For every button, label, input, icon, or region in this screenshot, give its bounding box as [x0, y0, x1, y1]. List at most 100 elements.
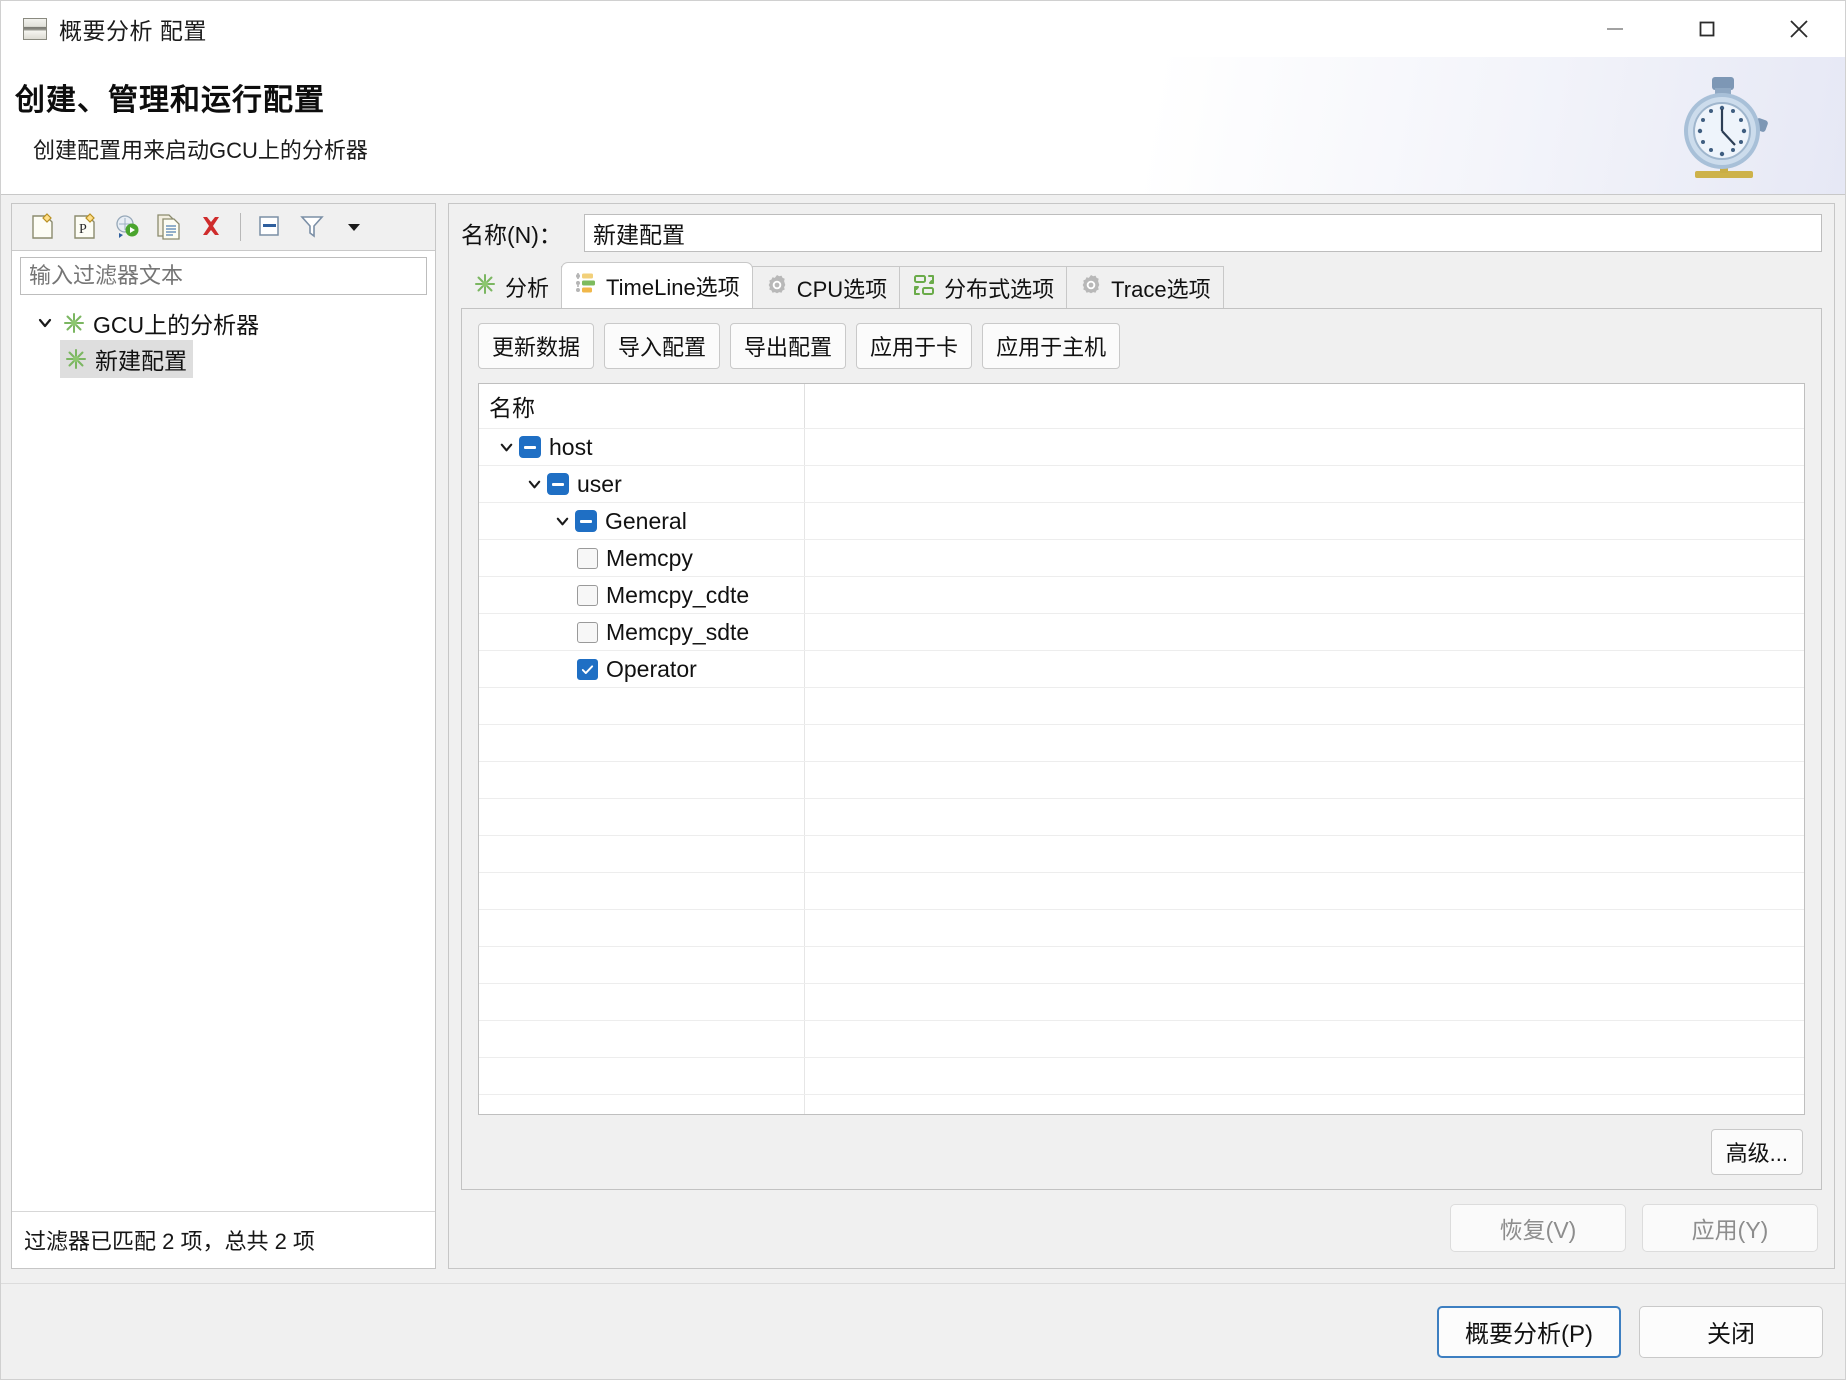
- filter-status-text: 过滤器已匹配 2 项，总共 2 项: [12, 1211, 435, 1268]
- column-separator: [804, 614, 805, 650]
- analyzer-icon: [473, 272, 497, 302]
- tab-distributed-options[interactable]: 分布式选项: [899, 266, 1068, 308]
- dialog-footer: 概要分析(P) 关闭: [1, 1283, 1845, 1379]
- column-separator: [804, 762, 805, 798]
- row-label: host: [549, 433, 593, 460]
- revert-button[interactable]: 恢复(V): [1450, 1204, 1626, 1252]
- row-label: Operator: [606, 655, 697, 682]
- advanced-button[interactable]: 高级...: [1710, 1129, 1803, 1175]
- row-checkbox[interactable]: [577, 658, 598, 680]
- table-row-empty: [479, 946, 1804, 983]
- table-row[interactable]: General: [479, 502, 1804, 539]
- close-icon[interactable]: [1753, 1, 1845, 57]
- table-row[interactable]: host: [479, 428, 1804, 465]
- column-separator: [804, 725, 805, 761]
- collapse-all-icon[interactable]: [249, 208, 291, 246]
- import-config-button[interactable]: 导入配置: [604, 323, 721, 369]
- filter-input[interactable]: [20, 257, 427, 295]
- profile-button[interactable]: 概要分析(P): [1437, 1305, 1621, 1358]
- table-row[interactable]: Memcpy_sdte: [479, 613, 1804, 650]
- delete-icon[interactable]: [190, 208, 232, 246]
- column-separator: [804, 984, 805, 1020]
- row-label: Memcpy_sdte: [606, 618, 750, 645]
- column-separator: [804, 503, 805, 539]
- tab-analysis[interactable]: 分析: [461, 266, 563, 308]
- table-row-empty: [479, 1094, 1804, 1114]
- export-config-button[interactable]: 导出配置: [730, 323, 847, 369]
- chevron-down-icon[interactable]: [521, 476, 547, 493]
- tab-cpu-options[interactable]: CPU选项: [751, 266, 901, 308]
- tree-item-root[interactable]: GCU上的分析器: [12, 305, 435, 341]
- apply-to-host-button[interactable]: 应用于主机: [982, 323, 1121, 369]
- column-separator: [804, 1021, 805, 1057]
- tab-trace-options[interactable]: Trace选项: [1066, 266, 1224, 308]
- title-bar: 概要分析 配置: [1, 1, 1845, 57]
- configuration-editor-panel: 名称(N)： 新建配置 分析 TimeLine选项 CPU选项 分布式选项 Tr…: [448, 203, 1835, 1269]
- chevron-down-icon[interactable]: [493, 439, 519, 456]
- column-separator: [804, 577, 805, 613]
- column-separator: [804, 466, 805, 502]
- configurations-panel: P 输入过滤器文本 GCU上的分析器 新建配置 过滤器已匹配 2 项，总共 2 …: [11, 203, 436, 1269]
- chevron-down-icon[interactable]: [549, 513, 575, 530]
- tree-item-label: GCU上的分析器: [93, 312, 260, 338]
- row-label: user: [577, 470, 622, 497]
- table-row-empty: [479, 724, 1804, 761]
- column-separator: [804, 799, 805, 835]
- column-separator[interactable]: [804, 384, 805, 428]
- table-row-empty: [479, 761, 1804, 798]
- svg-text:P: P: [79, 222, 87, 237]
- table-row[interactable]: Memcpy: [479, 539, 1804, 576]
- advanced-row: 高级...: [462, 1115, 1821, 1189]
- gear-icon: [1079, 273, 1103, 303]
- row-checkbox[interactable]: [577, 584, 598, 606]
- toolbar-separator: [240, 213, 241, 241]
- page-subtitle: 创建配置用来启动GCU上的分析器: [33, 138, 368, 163]
- action-button-row: 更新数据 导入配置 导出配置 应用于卡 应用于主机: [462, 309, 1821, 379]
- page-title: 创建、管理和运行配置: [15, 84, 325, 117]
- tristate-checkbox[interactable]: [547, 473, 569, 495]
- tristate-checkbox[interactable]: [575, 510, 597, 532]
- table-row[interactable]: Operator: [479, 650, 1804, 687]
- column-separator: [804, 836, 805, 872]
- analyzer-icon: [60, 310, 88, 336]
- chevron-down-icon[interactable]: [30, 314, 60, 332]
- distributed-icon: [912, 273, 936, 303]
- maximize-icon[interactable]: [1661, 1, 1753, 57]
- table-row[interactable]: Memcpy_cdte: [479, 576, 1804, 613]
- tree-item-selection[interactable]: 新建配置: [60, 340, 193, 378]
- tree-item-new-configuration[interactable]: 新建配置: [12, 340, 435, 378]
- name-row: 名称(N)：: [449, 204, 1834, 262]
- name-label: 名称(N)：: [461, 222, 562, 248]
- tristate-checkbox[interactable]: [519, 436, 541, 458]
- name-input[interactable]: [583, 214, 1822, 252]
- tab-label: Trace选项: [1111, 276, 1211, 302]
- export-run-icon[interactable]: [106, 208, 148, 246]
- tab-label: 分析: [505, 276, 550, 301]
- column-separator: [804, 651, 805, 687]
- table-row[interactable]: user: [479, 465, 1804, 502]
- table-row-empty: [479, 1020, 1804, 1057]
- tab-label: TimeLine选项: [606, 274, 740, 300]
- apply-to-card-button[interactable]: 应用于卡: [856, 323, 973, 369]
- minimize-icon[interactable]: [1569, 1, 1661, 57]
- table-header: 名称: [479, 384, 1804, 428]
- chevron-down-icon[interactable]: [333, 208, 375, 246]
- new-prototype-icon[interactable]: P: [64, 208, 106, 246]
- configurations-tree: GCU上的分析器 新建配置: [12, 295, 435, 1211]
- row-checkbox[interactable]: [577, 547, 598, 569]
- column-separator: [804, 910, 805, 946]
- close-button[interactable]: 关闭: [1639, 1305, 1823, 1358]
- column-separator: [804, 1095, 805, 1114]
- row-checkbox[interactable]: [577, 621, 598, 643]
- apply-button[interactable]: 应用(Y): [1642, 1204, 1818, 1252]
- row-label: Memcpy_cdte: [606, 581, 750, 608]
- timeline-options-panel: 更新数据 导入配置 导出配置 应用于卡 应用于主机 名称 host user Gen…: [461, 309, 1822, 1190]
- tab-timeline-options[interactable]: TimeLine选项: [561, 262, 753, 308]
- filter-icon[interactable]: [291, 208, 333, 246]
- duplicate-icon[interactable]: [148, 208, 190, 246]
- header-band: 创建、管理和运行配置 创建配置用来启动GCU上的分析器: [1, 57, 1845, 195]
- column-separator: [804, 429, 805, 465]
- new-configuration-icon[interactable]: [22, 208, 64, 246]
- refresh-data-button[interactable]: 更新数据: [478, 323, 595, 369]
- tab-label: CPU选项: [796, 276, 888, 302]
